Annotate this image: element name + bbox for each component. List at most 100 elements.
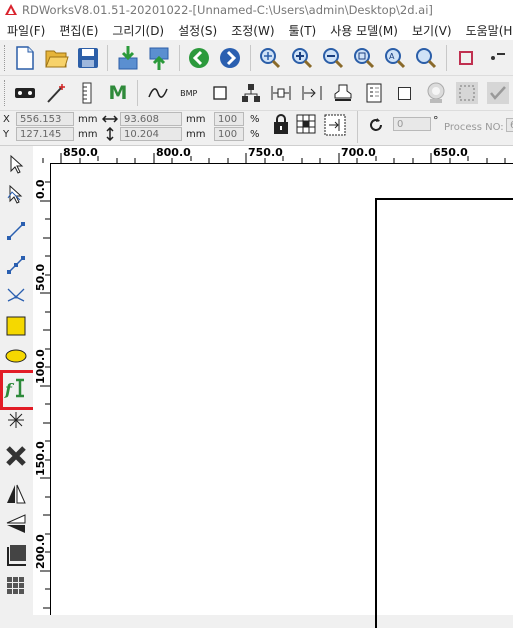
- x-label: X: [3, 114, 10, 125]
- ruler-label: 100.0: [34, 349, 47, 384]
- handle-icon[interactable]: [485, 45, 510, 71]
- toolbar-separator: [445, 45, 447, 71]
- back-icon[interactable]: [187, 45, 212, 71]
- menu-draw[interactable]: 그리기(D): [105, 22, 171, 39]
- bmp-icon[interactable]: BMP: [176, 80, 201, 106]
- zoom-out-icon[interactable]: [320, 45, 345, 71]
- vertical-ruler: 0.0 50.0 100.0 150.0 200.0: [33, 163, 51, 615]
- array-icon[interactable]: [4, 543, 28, 567]
- menu-bar: 파일(F) 편집(E) 그리기(D) 설정(S) 조정(W) 툴(T) 사용 모…: [0, 20, 513, 40]
- ellipse-tool-icon[interactable]: [4, 344, 28, 368]
- import-icon[interactable]: [115, 45, 140, 71]
- polyline-icon[interactable]: [4, 253, 28, 277]
- y-label: Y: [3, 129, 10, 140]
- curve-icon[interactable]: [145, 80, 170, 106]
- ruler-label: 50.0: [34, 263, 47, 291]
- ruler-label: 150.0: [34, 441, 47, 476]
- y-position-field[interactable]: 127.145: [16, 127, 74, 141]
- menu-model[interactable]: 사용 모델(M): [323, 22, 405, 39]
- coordinates-bar: X Y 556.153 127.145 mm mm 93.608 10.204 …: [0, 111, 513, 146]
- bezier-icon[interactable]: [4, 283, 28, 307]
- export-icon[interactable]: [147, 45, 172, 71]
- width-field[interactable]: 93.608: [120, 112, 182, 126]
- select-icon[interactable]: [4, 152, 28, 176]
- ruler-label: 650.0: [433, 146, 468, 159]
- node-icon[interactable]: [238, 80, 263, 106]
- scale-y-percent: %: [250, 129, 260, 140]
- zoom-select-icon[interactable]: A: [383, 45, 408, 71]
- forward-icon[interactable]: [218, 45, 243, 71]
- dotted-frame-icon[interactable]: [454, 80, 479, 106]
- menu-file[interactable]: 파일(F): [0, 22, 52, 39]
- m-icon[interactable]: M: [106, 80, 131, 106]
- menu-settings[interactable]: 설정(S): [171, 22, 224, 39]
- bmp-label: BMP: [180, 88, 198, 98]
- draw-toolbar: M BMP: [0, 76, 513, 111]
- app-logo-icon: [5, 4, 17, 15]
- lock-icon[interactable]: [272, 113, 290, 135]
- point-tool-icon[interactable]: [4, 408, 28, 432]
- height-arrow-icon: [106, 127, 114, 141]
- main-toolbar: A: [0, 41, 513, 76]
- toolbar-grip[interactable]: [4, 45, 8, 71]
- check-icon[interactable]: [485, 80, 510, 106]
- magic-wand-icon[interactable]: [44, 80, 69, 106]
- zoom-in-icon[interactable]: [289, 45, 314, 71]
- drawing-canvas[interactable]: [51, 164, 513, 628]
- scale-x-field[interactable]: 100: [214, 112, 244, 126]
- ruler-label: 700.0: [341, 146, 376, 159]
- zoom-page-icon[interactable]: [351, 45, 376, 71]
- toolbar-separator: [249, 45, 251, 71]
- process-number-field[interactable]: 6: [506, 118, 513, 132]
- degree-label: °: [433, 114, 439, 127]
- ruler-label: 750.0: [248, 146, 283, 159]
- line-icon[interactable]: [4, 219, 28, 243]
- lamp-icon[interactable]: [423, 80, 448, 106]
- ruler-label: 850.0: [63, 146, 98, 159]
- width-unit-label: mm: [186, 114, 206, 125]
- scale-x-percent: %: [250, 114, 260, 125]
- open-folder-icon[interactable]: [44, 45, 69, 71]
- save-icon[interactable]: [75, 45, 100, 71]
- rectangle-tool-icon[interactable]: [4, 314, 28, 338]
- position-grid-icon[interactable]: [296, 114, 316, 134]
- rotate-icon: [370, 118, 382, 131]
- rectangle-icon[interactable]: [207, 80, 232, 106]
- mirror-vertical-icon[interactable]: [4, 512, 28, 536]
- new-file-icon[interactable]: [13, 45, 38, 71]
- menu-adjust[interactable]: 조정(W): [224, 22, 281, 39]
- node-edit-icon[interactable]: [4, 182, 28, 206]
- frame-icon[interactable]: [454, 45, 479, 71]
- x-position-field[interactable]: 556.153: [16, 112, 74, 126]
- grid-icon[interactable]: [4, 574, 28, 598]
- svg-text:A: A: [389, 52, 395, 61]
- toolbar-grip[interactable]: [4, 80, 8, 106]
- zoom-icon[interactable]: [414, 45, 439, 71]
- menu-tools[interactable]: 툴(T): [282, 22, 324, 39]
- zoom-fit-icon[interactable]: [258, 45, 283, 71]
- delete-icon[interactable]: [4, 444, 28, 468]
- checkbox[interactable]: [393, 80, 418, 106]
- ruler-label: 0.0: [34, 179, 47, 200]
- bar-separator: [357, 111, 358, 143]
- window-title: RDWorksV8.01.51-20201022-[Unnamed-C:\Use…: [22, 3, 433, 17]
- size-box-icon[interactable]: [324, 114, 346, 136]
- menu-view[interactable]: 보기(V): [405, 22, 459, 39]
- ruler-icon[interactable]: [75, 80, 100, 106]
- distribute-horizontal-icon[interactable]: [269, 80, 294, 106]
- scale-y-field[interactable]: 100: [214, 127, 244, 141]
- x-unit-label: mm: [78, 114, 98, 125]
- toolbar-separator: [137, 80, 139, 106]
- m-label: M: [108, 82, 128, 104]
- y-unit-label: mm: [78, 129, 98, 140]
- menu-edit[interactable]: 편집(E): [52, 22, 105, 39]
- menu-help[interactable]: 도움말(H): [459, 22, 513, 39]
- laser-icon[interactable]: [13, 80, 38, 106]
- height-field[interactable]: 10.204: [120, 127, 182, 141]
- mirror-horizontal-icon[interactable]: [4, 482, 28, 506]
- title-bar: RDWorksV8.01.51-20201022-[Unnamed-C:\Use…: [0, 0, 513, 20]
- rotation-field[interactable]: 0: [393, 117, 431, 131]
- checklist-icon[interactable]: [362, 80, 387, 106]
- align-right-icon[interactable]: [300, 80, 325, 106]
- stamp-icon[interactable]: [331, 80, 356, 106]
